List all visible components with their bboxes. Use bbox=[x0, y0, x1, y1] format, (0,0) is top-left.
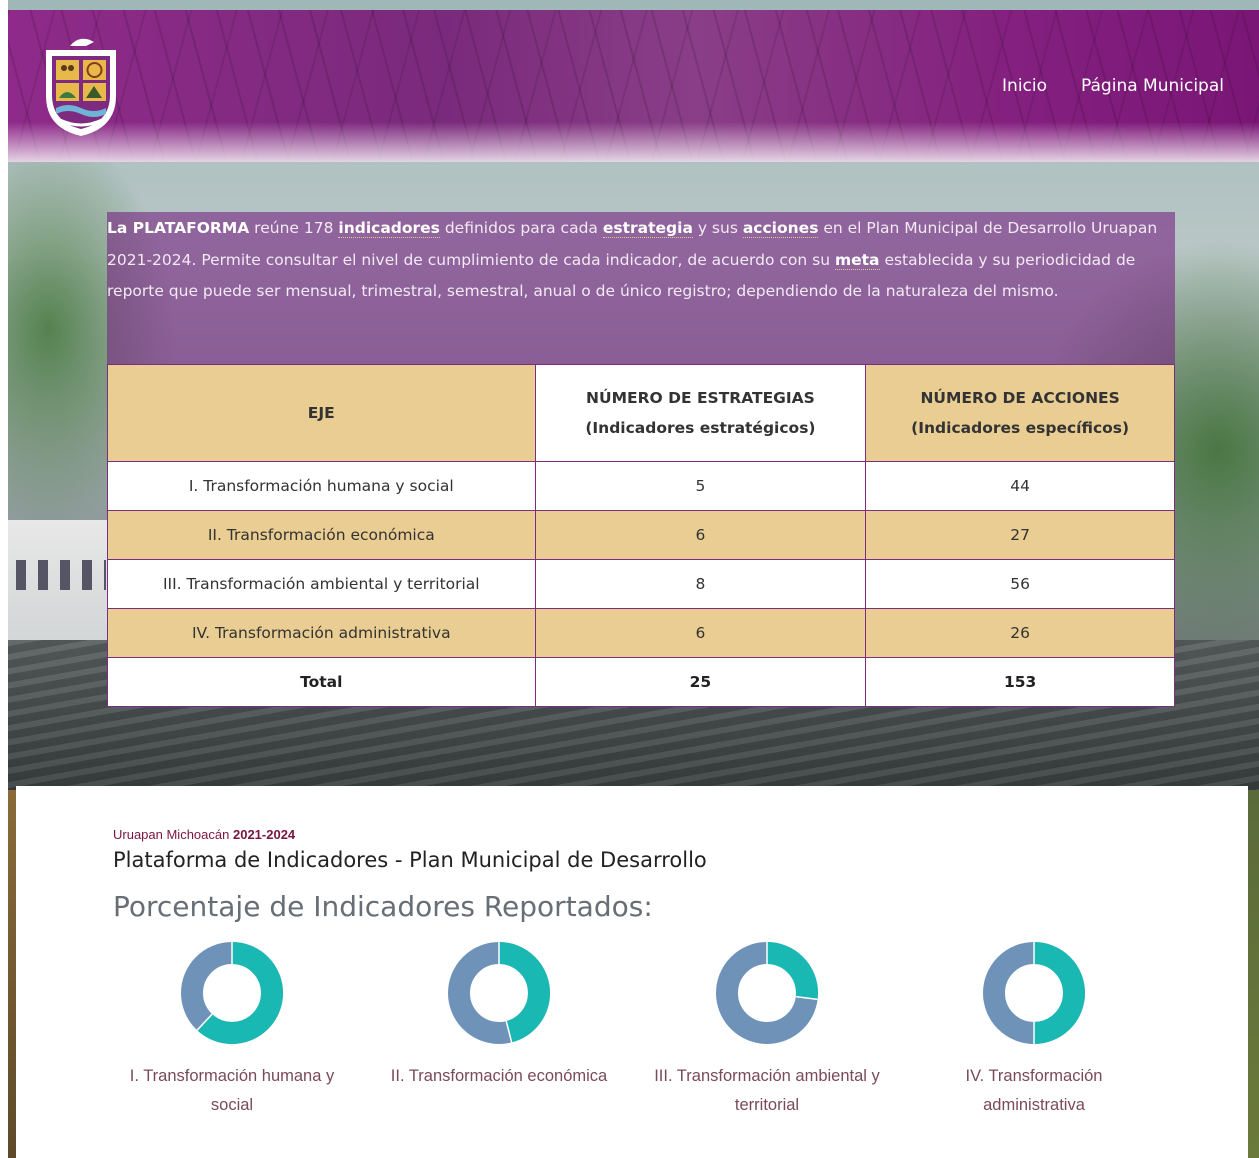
percentage-title: Porcentaje de Indicadores Reportados: bbox=[113, 890, 653, 923]
header-acciones-title: NÚMERO DE ACCIONES bbox=[920, 389, 1120, 407]
acciones-cell: 27 bbox=[865, 510, 1175, 560]
acciones-cell: 26 bbox=[865, 608, 1175, 658]
background-edge-right bbox=[1247, 790, 1259, 1158]
eje-cell: III. Transformación ambiental y territor… bbox=[107, 559, 536, 609]
intro-platform-label: La PLATAFORMA bbox=[107, 219, 250, 237]
eje-cell: I. Transformación humana y social bbox=[107, 461, 536, 511]
intro-text: y sus bbox=[692, 219, 743, 237]
intro-paragraph: La PLATAFORMA reúne 178 indicadores defi… bbox=[107, 212, 1175, 364]
donut-label: III. Transformación ambiental y territor… bbox=[654, 1067, 880, 1114]
indicators-card: Uruapan Michoacán 2021-2024 Plataforma d… bbox=[16, 786, 1248, 1158]
city-label: Uruapan Michoacán bbox=[113, 827, 230, 842]
acciones-cell: 56 bbox=[865, 559, 1175, 609]
nav-link-pagina-municipal[interactable]: Página Municipal bbox=[1081, 76, 1224, 96]
acciones-cell: 44 bbox=[865, 461, 1175, 511]
header-eje: EJE bbox=[107, 364, 536, 462]
intro-text: reúne 178 bbox=[249, 219, 339, 237]
donut-eje-4[interactable]: IV. Transformación administrativa bbox=[914, 938, 1154, 1120]
site-header: Inicio Página Municipal bbox=[8, 10, 1259, 162]
period-label: 2021-2024 bbox=[232, 827, 296, 842]
card-subtitle: Uruapan Michoacán 2021-2024 bbox=[113, 827, 295, 842]
header-estrategias-subtitle: (Indicadores estratégicos) bbox=[585, 419, 816, 437]
donut-chart bbox=[181, 942, 283, 1044]
meta-term[interactable]: meta bbox=[834, 250, 880, 270]
main-nav: Inicio Página Municipal bbox=[1002, 76, 1224, 96]
table-header-row: EJE NÚMERO DE ESTRATEGIAS (Indicadores e… bbox=[107, 364, 1175, 462]
intro-text: definidos para cada bbox=[439, 219, 603, 237]
donut-chart bbox=[448, 942, 550, 1044]
indicators-summary-table: EJE NÚMERO DE ESTRATEGIAS (Indicadores e… bbox=[107, 364, 1175, 707]
nav-link-inicio[interactable]: Inicio bbox=[1002, 76, 1047, 96]
estrategias-cell: 5 bbox=[534, 461, 867, 511]
estrategias-cell: 6 bbox=[534, 510, 867, 560]
donut-label: II. Transformación económica bbox=[390, 1067, 608, 1085]
header-acciones: NÚMERO DE ACCIONES (Indicadores específi… bbox=[865, 364, 1175, 462]
estrategias-cell: 6 bbox=[534, 608, 867, 658]
donut-label: IV. Transformación administrativa bbox=[965, 1067, 1103, 1114]
donut-eje-2[interactable]: II. Transformación económica bbox=[379, 938, 619, 1091]
header-estrategias: NÚMERO DE ESTRATEGIAS (Indicadores estra… bbox=[534, 364, 867, 462]
total-acciones-cell: 153 bbox=[865, 657, 1175, 707]
total-label-cell: Total bbox=[107, 657, 536, 707]
indicadores-term[interactable]: indicadores bbox=[338, 219, 440, 238]
eje-cell: II. Transformación económica bbox=[107, 510, 536, 560]
municipal-shield-logo[interactable] bbox=[40, 32, 122, 140]
donut-chart bbox=[983, 942, 1085, 1044]
acciones-term[interactable]: acciones bbox=[742, 219, 819, 238]
header-estrategias-title: NÚMERO DE ESTRATEGIAS bbox=[586, 389, 815, 407]
estrategias-cell: 8 bbox=[534, 559, 867, 609]
donut-chart bbox=[716, 942, 818, 1044]
header-acciones-subtitle: (Indicadores específicos) bbox=[911, 419, 1130, 437]
donut-eje-1[interactable]: I. Transformación humana y social bbox=[112, 938, 352, 1120]
donut-eje-3[interactable]: III. Transformación ambiental y territor… bbox=[647, 938, 887, 1120]
total-estrategias-cell: 25 bbox=[534, 657, 867, 707]
table-row: II. Transformación económica 6 27 bbox=[107, 510, 1175, 560]
table-row: IV. Transformación administrativa 6 26 bbox=[107, 608, 1175, 658]
table-row: I. Transformación humana y social 5 44 bbox=[107, 461, 1175, 511]
estrategia-term[interactable]: estrategia bbox=[602, 219, 693, 238]
eje-cell: IV. Transformación administrativa bbox=[107, 608, 536, 658]
background-building bbox=[8, 520, 113, 660]
donut-label: I. Transformación humana y social bbox=[129, 1067, 335, 1114]
platform-title: Plataforma de Indicadores - Plan Municip… bbox=[113, 848, 707, 872]
table-total-row: Total 25 153 bbox=[107, 657, 1175, 707]
table-row: III. Transformación ambiental y territor… bbox=[107, 559, 1175, 609]
